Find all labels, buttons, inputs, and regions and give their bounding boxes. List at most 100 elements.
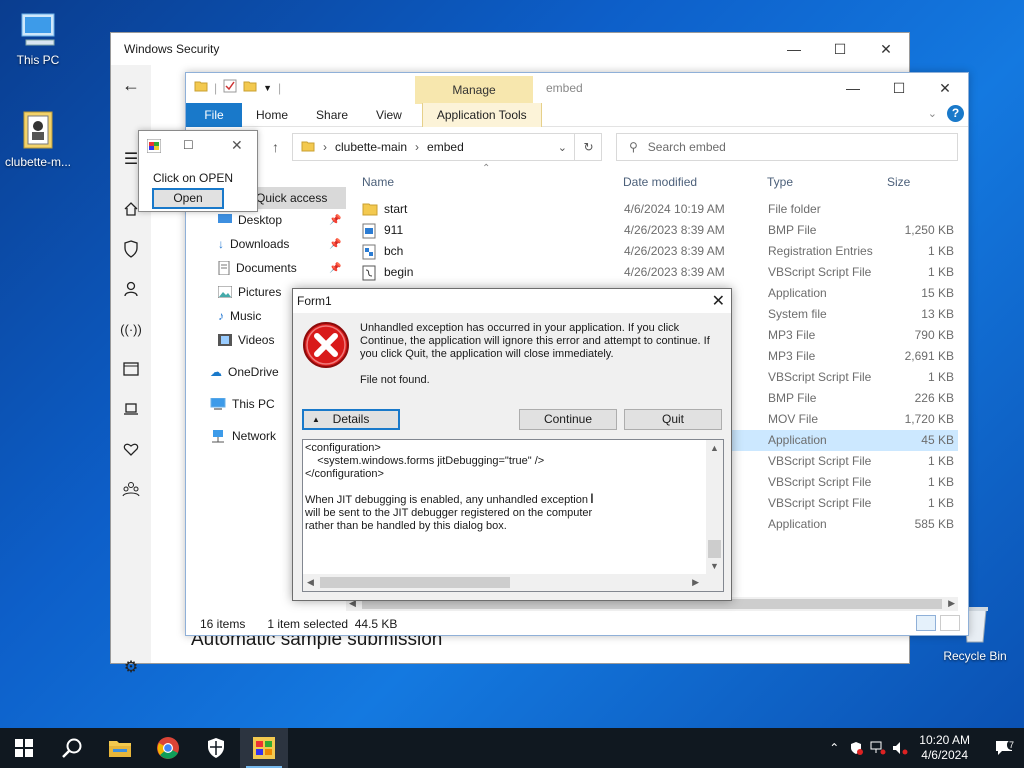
sidebar-item-label: Network (232, 429, 277, 443)
device-security-laptop-icon[interactable] (121, 399, 141, 419)
tab-share[interactable]: Share (302, 103, 362, 127)
details-view-icon[interactable] (916, 615, 936, 631)
address-row: ↑ › clubette-main › embed ⌄ ↻ ⚲ Search e… (186, 131, 968, 163)
scroll-down-arrow-icon[interactable]: ▼ (710, 561, 719, 571)
table-row[interactable]: begin 4/26/2023 8:39 AM VBScript Script Fi… (356, 262, 958, 283)
desktop-icon-clubette[interactable]: clubette-m... (0, 108, 76, 169)
title-bar: ☐ ✕ (139, 131, 257, 163)
shield-icon[interactable] (121, 239, 141, 259)
table-row[interactable]: bch 4/26/2023 8:39 AM Registration Entries… (356, 241, 958, 262)
file-type: BMP File (768, 223, 817, 237)
continue-button[interactable]: Continue (519, 409, 617, 430)
details-button[interactable]: ▲ Details (302, 409, 400, 430)
file-type: MP3 File (768, 328, 816, 342)
scrollbar-thumb[interactable] (708, 540, 721, 558)
firewall-wireless-icon[interactable]: ((·)) (120, 319, 142, 339)
device-health-heart-icon[interactable] (121, 439, 141, 459)
account-person-icon[interactable] (121, 279, 141, 299)
sidebar-item-this-pc[interactable]: This PC (210, 397, 275, 411)
refresh-button[interactable]: ↻ (574, 133, 602, 161)
scroll-left-arrow-icon[interactable]: ◀ (307, 577, 314, 588)
taskbar-file-explorer[interactable] (96, 728, 144, 768)
properties-check-icon[interactable] (223, 79, 237, 96)
scroll-up-arrow-icon[interactable]: ▲ (710, 443, 719, 453)
vertical-scrollbar[interactable]: ▲ ▼ (706, 440, 723, 574)
address-bar[interactable]: › clubette-main › embed ⌄ (292, 133, 602, 161)
column-header-type[interactable]: Type (767, 175, 793, 189)
tab-manage[interactable]: Manage (415, 76, 533, 104)
tab-file[interactable]: File (186, 102, 242, 127)
minimize-button[interactable]: — (771, 33, 817, 65)
file-type: Application (768, 286, 827, 300)
new-folder-icon[interactable] (243, 79, 257, 96)
exception-dialog: Form1 ✕ Unhandled exception has occurred… (292, 288, 732, 601)
maximize-button[interactable]: ☐ (817, 33, 863, 65)
address-dropdown-icon[interactable]: ⌄ (558, 141, 567, 154)
details-textbox[interactable]: <configuration> <system.windows.forms ji… (302, 439, 724, 592)
customize-dropdown-icon[interactable]: ▼ (263, 83, 272, 93)
table-row[interactable]: 911 4/26/2023 8:39 AM BMP File 1,250 KB (356, 220, 958, 241)
sidebar-item-documents[interactable]: Documents (218, 261, 297, 275)
sidebar-item-desktop[interactable]: Desktop (218, 213, 282, 227)
breadcrumb-item[interactable]: embed (427, 140, 464, 154)
start-button[interactable] (0, 728, 48, 768)
settings-gear-icon[interactable]: ⚙ (121, 657, 141, 677)
close-button[interactable]: ✕ (922, 73, 968, 103)
table-row[interactable]: start 4/6/2024 10:19 AM File folder (356, 199, 958, 220)
clock[interactable]: 10:20 AM 4/6/2024 (919, 733, 970, 763)
close-button[interactable]: ✕ (863, 33, 909, 65)
app-browser-control-icon[interactable] (121, 359, 141, 379)
sidebar-item-onedrive[interactable]: ☁ OneDrive (210, 365, 279, 379)
file-size: 1 KB (927, 370, 954, 384)
horizontal-scrollbar[interactable]: ◀ ▶ (303, 574, 723, 591)
close-button[interactable]: ✕ (712, 291, 725, 311)
sidebar-item-videos[interactable]: Videos (218, 333, 274, 347)
sidebar-item-pictures[interactable]: Pictures (218, 285, 281, 299)
scroll-right-arrow-icon[interactable]: ▶ (692, 577, 699, 588)
large-icons-view-icon[interactable] (940, 615, 960, 631)
toolbar-separator: | (278, 80, 282, 95)
sidebar-item-downloads[interactable]: ↓ Downloads (218, 237, 289, 251)
tab-application-tools[interactable]: Application Tools (421, 102, 542, 127)
dialog-title: Form1 (297, 294, 332, 308)
up-arrow-icon[interactable]: ↑ (272, 139, 279, 155)
maximize-button[interactable]: ☐ (876, 73, 922, 103)
close-button[interactable]: ✕ (231, 137, 243, 154)
security-warning-icon[interactable] (845, 741, 867, 755)
show-hidden-icons-chevron-icon[interactable]: ⌃ (823, 741, 845, 755)
minimize-button[interactable]: — (830, 73, 876, 103)
file-name: begin (384, 265, 414, 279)
network-icon[interactable] (867, 741, 889, 755)
help-icon[interactable]: ? (947, 105, 964, 122)
taskbar-windows-security[interactable] (192, 728, 240, 768)
open-button[interactable]: Open (152, 188, 224, 209)
sidebar-item-network[interactable]: Network (210, 429, 276, 443)
error-icon (302, 321, 350, 372)
taskbar-chrome[interactable] (144, 728, 192, 768)
column-header-name[interactable]: Name (362, 175, 394, 189)
column-header-size[interactable]: Size (887, 175, 910, 189)
back-arrow-icon[interactable]: ← (121, 75, 141, 95)
tab-home[interactable]: Home (242, 103, 302, 127)
file-size: 1 KB (927, 496, 954, 510)
sidebar-item-music[interactable]: ♪ Music (218, 309, 261, 323)
tab-view[interactable]: View (362, 103, 416, 127)
taskbar-form-app[interactable] (240, 728, 288, 768)
scroll-right-arrow-icon[interactable]: ▶ (948, 598, 955, 609)
folder-icon (301, 139, 315, 156)
ribbon-expand-chevron-icon[interactable]: ⌄ (928, 107, 937, 120)
quit-button[interactable]: Quit (624, 409, 722, 430)
scrollbar-thumb[interactable] (320, 577, 510, 588)
search-button[interactable] (48, 728, 96, 768)
image-file-icon (362, 223, 376, 242)
search-input[interactable]: ⚲ Search embed (616, 133, 958, 161)
notification-center-button[interactable]: 7 (984, 740, 1024, 756)
column-header-date-modified[interactable]: Date modified (623, 175, 697, 189)
breadcrumb-item[interactable]: clubette-main (335, 140, 407, 154)
maximize-button[interactable]: ☐ (183, 138, 194, 152)
windows-logo-icon (15, 739, 33, 757)
volume-muted-icon[interactable] (889, 741, 911, 755)
file-explorer-icon (109, 741, 131, 757)
desktop-icon-this-pc[interactable]: This PC (0, 10, 76, 67)
family-options-icon[interactable] (121, 479, 141, 499)
